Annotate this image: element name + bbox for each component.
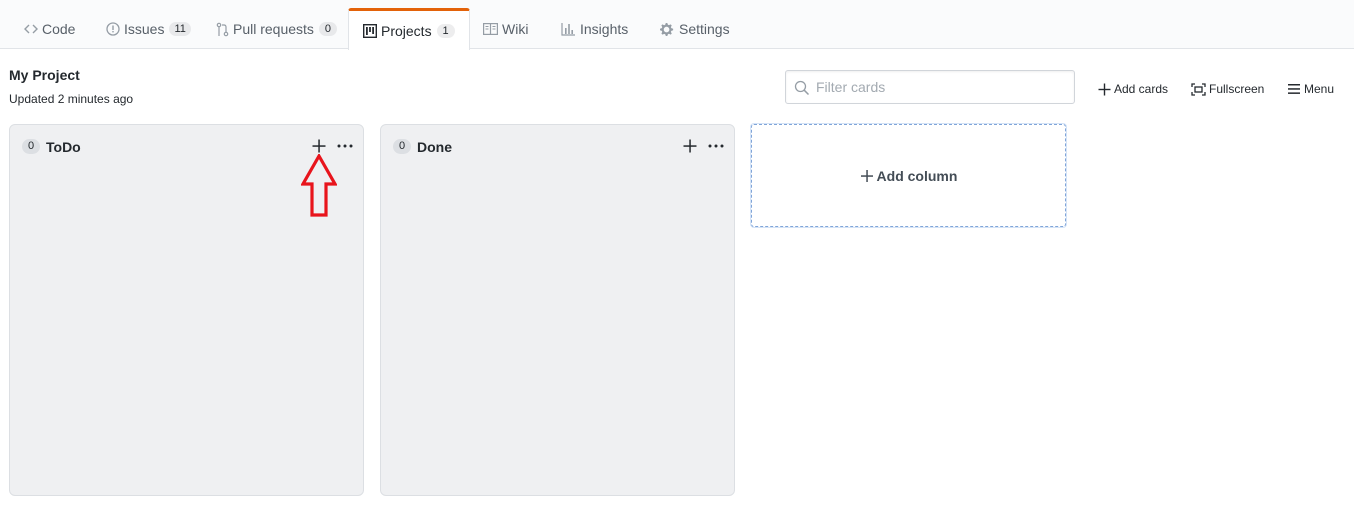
- add-card-plus-icon[interactable]: [682, 138, 698, 154]
- add-column-button[interactable]: Add column: [751, 124, 1066, 227]
- tab-wiki[interactable]: Wiki: [483, 9, 528, 49]
- project-title[interactable]: My Project: [9, 67, 80, 83]
- tab-label: Settings: [679, 21, 730, 37]
- fullscreen-label: Fullscreen: [1209, 82, 1265, 96]
- column-card-count: 0: [22, 139, 40, 154]
- tab-insights[interactable]: Insights: [561, 9, 628, 49]
- tab-issues[interactable]: Issues 11: [106, 9, 191, 49]
- menu-label: Menu: [1304, 82, 1335, 96]
- add-card-plus-icon[interactable]: [311, 138, 327, 154]
- graph-icon: [561, 22, 576, 36]
- git-pull-request-icon: [216, 22, 229, 37]
- add-cards-label: Add cards: [1114, 82, 1169, 96]
- pull-requests-counter: 0: [318, 22, 337, 36]
- gear-icon: [660, 22, 675, 37]
- tab-code[interactable]: Code: [24, 9, 75, 49]
- tab-label: Wiki: [502, 21, 529, 37]
- screen-full-icon: [1191, 82, 1206, 96]
- column-options-kebab-icon[interactable]: [707, 138, 725, 154]
- book-icon: [483, 23, 498, 35]
- add-cards-button[interactable]: Add cards: [1098, 80, 1168, 98]
- project-icon: [363, 23, 377, 38]
- tab-projects[interactable]: Projects 1: [348, 8, 470, 50]
- column-name[interactable]: ToDo: [46, 139, 81, 155]
- tab-label: Pull requests: [233, 21, 314, 37]
- issues-counter: 11: [169, 22, 191, 36]
- column-options-kebab-icon[interactable]: [336, 138, 354, 154]
- fullscreen-button[interactable]: Fullscreen: [1191, 80, 1264, 98]
- column-name[interactable]: Done: [417, 139, 452, 155]
- tab-label: Issues: [124, 21, 165, 37]
- search-icon: [794, 80, 810, 96]
- tab-settings[interactable]: Settings: [660, 9, 730, 49]
- hamburger-menu-icon: [1288, 84, 1300, 94]
- tab-label: Projects: [381, 22, 432, 39]
- plus-icon: [1098, 83, 1111, 95]
- code-icon: [24, 22, 38, 36]
- tab-label: Code: [42, 21, 76, 37]
- column-card-count: 0: [393, 139, 411, 154]
- filter-cards-field[interactable]: [785, 70, 1075, 104]
- tab-pull-requests[interactable]: Pull requests 0: [216, 9, 337, 49]
- tab-label: Insights: [580, 21, 629, 37]
- projects-counter: 1: [436, 23, 455, 38]
- add-column-label: Add column: [876, 167, 958, 184]
- menu-button[interactable]: Menu: [1288, 80, 1334, 98]
- repo-nav-tabs: Code Issues 11 Pull requests 0 Projects …: [0, 0, 1354, 50]
- filter-cards-input[interactable]: [816, 71, 1066, 103]
- plus-icon: [860, 169, 873, 182]
- project-column-done: 0 Done: [380, 124, 735, 496]
- annotation-arrow-up-icon: [301, 154, 337, 217]
- project-updated-time: Updated 2 minutes ago: [9, 92, 134, 106]
- issue-opened-icon: [106, 22, 120, 36]
